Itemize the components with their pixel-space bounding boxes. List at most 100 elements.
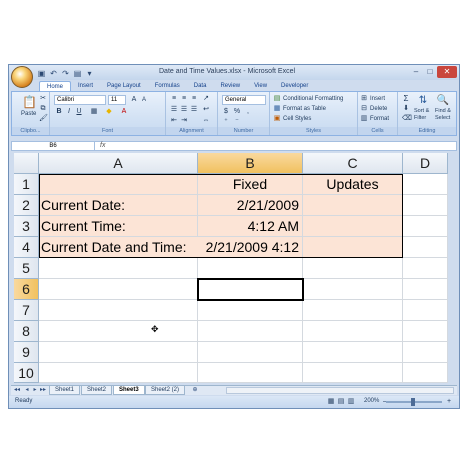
- clear-icon[interactable]: ⌫: [402, 115, 412, 123]
- row-header-5[interactable]: 5: [14, 258, 39, 279]
- print-icon[interactable]: ▤: [73, 69, 82, 78]
- save-icon[interactable]: ▣: [37, 69, 46, 78]
- cell-a1[interactable]: [39, 174, 198, 195]
- cell-styles-button[interactable]: Cell Styles: [283, 116, 311, 122]
- tab-home[interactable]: Home: [39, 81, 72, 91]
- cut-icon[interactable]: ✂: [39, 95, 47, 103]
- delete-cells-button[interactable]: Delete: [370, 106, 387, 112]
- cell-b3[interactable]: 4:12 AM: [198, 216, 303, 237]
- row-header-6[interactable]: 6: [14, 279, 39, 300]
- underline-button[interactable]: U: [75, 108, 83, 116]
- row-header-3[interactable]: 3: [14, 216, 39, 237]
- cell-b5[interactable]: [198, 258, 303, 279]
- format-as-table-button[interactable]: Format as Table: [283, 106, 326, 112]
- tab-insert[interactable]: Insert: [71, 81, 100, 91]
- sheet-tab-sheet2-2[interactable]: Sheet2 (2): [145, 386, 186, 395]
- close-icon[interactable]: ✕: [437, 66, 457, 78]
- font-name-dropdown[interactable]: Calibri: [54, 95, 106, 105]
- cell-d10[interactable]: [403, 363, 448, 383]
- fx-icon[interactable]: fx: [100, 142, 105, 150]
- italic-button[interactable]: I: [65, 108, 73, 116]
- cell-c8[interactable]: [303, 321, 403, 342]
- page-layout-view-icon[interactable]: ▤: [337, 398, 345, 406]
- cell-c4[interactable]: [303, 237, 403, 258]
- row-header-1[interactable]: 1: [14, 174, 39, 195]
- sheet-tab-sheet1[interactable]: Sheet1: [49, 386, 81, 395]
- decrease-decimal-icon[interactable]: ⁻: [233, 118, 241, 126]
- cell-b10[interactable]: [198, 363, 303, 383]
- align-middle-icon[interactable]: ≡: [180, 95, 188, 103]
- tab-page-layout[interactable]: Page Layout: [100, 81, 148, 91]
- conditional-formatting-button[interactable]: Conditional Formatting: [283, 96, 343, 102]
- tab-data[interactable]: Data: [187, 81, 214, 91]
- zoom-level[interactable]: 200%: [364, 398, 379, 404]
- align-center-icon[interactable]: ☰: [180, 106, 188, 114]
- customize-icon[interactable]: ▾: [85, 69, 94, 78]
- cell-a8[interactable]: [39, 321, 198, 342]
- fill-icon[interactable]: ⬇: [402, 105, 410, 113]
- last-sheet-icon[interactable]: ▸▸: [39, 386, 47, 395]
- column-header-a[interactable]: A: [39, 153, 198, 174]
- merge-center-icon[interactable]: ⇔: [202, 117, 210, 125]
- cell-a6[interactable]: [39, 279, 198, 300]
- paste-button[interactable]: Paste: [21, 111, 36, 117]
- shrink-font-icon[interactable]: A: [140, 96, 148, 104]
- autosum-button[interactable]: Σ: [402, 95, 410, 103]
- cell-b9[interactable]: [198, 342, 303, 363]
- cell-c1[interactable]: Updates: [303, 174, 403, 195]
- cell-a3[interactable]: Current Time:: [39, 216, 198, 237]
- wrap-text-icon[interactable]: ↩: [202, 106, 210, 114]
- column-header-b[interactable]: B: [198, 153, 303, 174]
- cell-b1[interactable]: Fixed: [198, 174, 303, 195]
- number-format-dropdown[interactable]: General: [222, 95, 266, 105]
- increase-indent-icon[interactable]: ⇥: [180, 117, 188, 125]
- cell-d5[interactable]: [403, 258, 448, 279]
- row-header-8[interactable]: 8: [14, 321, 39, 342]
- percent-button[interactable]: %: [233, 108, 241, 116]
- cell-d7[interactable]: [403, 300, 448, 321]
- cell-c6[interactable]: [303, 279, 403, 300]
- name-box[interactable]: B6: [12, 142, 95, 150]
- paste-icon[interactable]: 📋: [22, 95, 37, 109]
- sort-filter-icon[interactable]: ⇅: [416, 94, 430, 108]
- first-sheet-icon[interactable]: ◂◂: [13, 386, 21, 395]
- find-select-icon[interactable]: 🔍: [436, 94, 450, 108]
- cell-a2[interactable]: Current Date:: [39, 195, 198, 216]
- horizontal-scrollbar[interactable]: [226, 387, 454, 394]
- undo-icon[interactable]: ↶: [49, 69, 58, 78]
- cell-c7[interactable]: [303, 300, 403, 321]
- currency-button[interactable]: $: [222, 108, 230, 116]
- page-break-view-icon[interactable]: ▥: [347, 398, 355, 406]
- cell-a4[interactable]: Current Date and Time:: [39, 237, 198, 258]
- cell-d6[interactable]: [403, 279, 448, 300]
- cell-a9[interactable]: [39, 342, 198, 363]
- normal-view-icon[interactable]: ▦: [327, 398, 335, 406]
- select-all-corner[interactable]: [14, 153, 39, 174]
- row-header-4[interactable]: 4: [14, 237, 39, 258]
- sheet-tab-sheet3[interactable]: Sheet3: [113, 386, 145, 395]
- align-top-icon[interactable]: ≡: [170, 95, 178, 103]
- cell-c2[interactable]: [303, 195, 403, 216]
- cell-c9[interactable]: [303, 342, 403, 363]
- comma-button[interactable]: ,: [244, 108, 252, 116]
- zoom-in-icon[interactable]: +: [445, 398, 453, 406]
- fill-color-icon[interactable]: ◆: [105, 108, 113, 116]
- cell-b2[interactable]: 2/21/2009: [198, 195, 303, 216]
- row-header-9[interactable]: 9: [14, 342, 39, 363]
- tab-view[interactable]: View: [247, 81, 274, 91]
- font-color-icon[interactable]: A: [120, 108, 128, 116]
- increase-decimal-icon[interactable]: ⁺: [222, 118, 230, 126]
- cell-b7[interactable]: [198, 300, 303, 321]
- cell-b8[interactable]: [198, 321, 303, 342]
- office-button[interactable]: [11, 66, 33, 88]
- tab-review[interactable]: Review: [213, 81, 247, 91]
- align-bottom-icon[interactable]: ≡: [190, 95, 198, 103]
- font-size-dropdown[interactable]: 11: [108, 95, 126, 105]
- cell-a5[interactable]: [39, 258, 198, 279]
- cell-c3[interactable]: [303, 216, 403, 237]
- cell-a10[interactable]: [39, 363, 198, 383]
- cell-d2[interactable]: [403, 195, 448, 216]
- bold-button[interactable]: B: [55, 108, 63, 116]
- zoom-slider-knob[interactable]: [411, 398, 415, 406]
- align-right-icon[interactable]: ☰: [190, 106, 198, 114]
